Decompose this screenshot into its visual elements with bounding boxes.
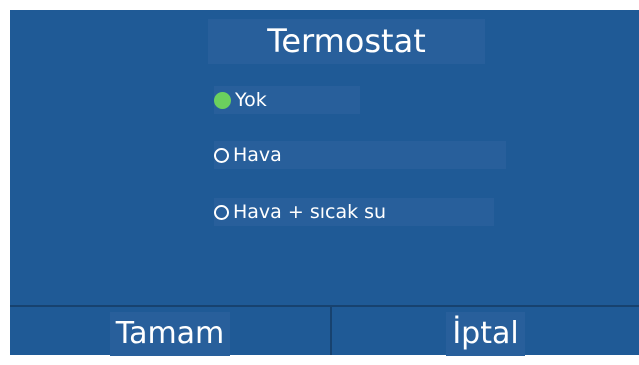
option-hava[interactable]: Hava [214,141,506,169]
dialog-title: Termostat [208,19,485,64]
option-yok[interactable]: Yok [214,86,360,114]
button-bar: Tamam İptal [10,305,639,356]
option-label: Hava + sıcak su [233,201,387,223]
radio-unselected-icon[interactable] [214,204,229,220]
option-label: Hava [233,144,282,166]
radio-unselected-icon[interactable] [214,147,229,163]
ok-button-label: Tamam [109,312,231,356]
cancel-button[interactable]: İptal [332,307,639,356]
thermostat-dialog: Termostat Yok Hava Hava + sıcak su Tamam… [10,10,639,356]
radio-selected-icon[interactable] [214,91,231,109]
cancel-button-label: İptal [446,312,525,356]
option-hava-sicak-su[interactable]: Hava + sıcak su [214,198,494,226]
ok-button[interactable]: Tamam [10,307,332,356]
option-label: Yok [235,89,267,111]
